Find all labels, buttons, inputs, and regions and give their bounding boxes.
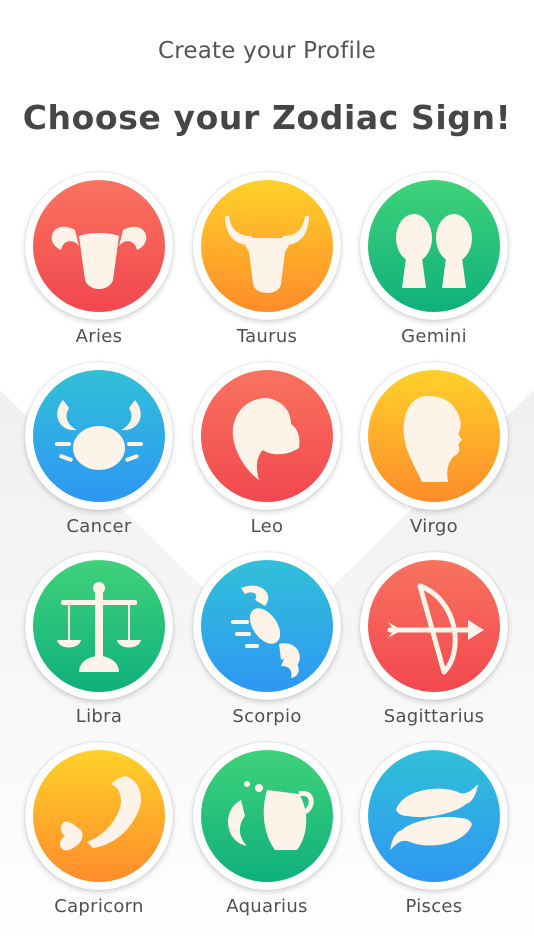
sign-badge [33, 560, 165, 692]
sign-disc [360, 742, 508, 890]
sign-disc [25, 172, 173, 320]
zodiac-grid: Aries Taurus Gemini Cancer Leo Virgo Lib… [0, 0, 534, 950]
sign-disc [25, 552, 173, 700]
sea-goat-icon [33, 750, 165, 882]
sign-scorpio[interactable]: Scorpio [184, 552, 350, 742]
sign-disc [25, 742, 173, 890]
sign-sagittarius[interactable]: Sagittarius [351, 552, 517, 742]
sign-label: Aries [75, 326, 123, 347]
sign-badge [33, 180, 165, 312]
sign-badge [368, 370, 500, 502]
sign-label: Virgo [410, 516, 458, 537]
twin-heads-icon [368, 180, 500, 312]
scales-icon [33, 560, 165, 692]
sign-disc [25, 362, 173, 510]
maiden-profile-icon [368, 370, 500, 502]
crab-icon [33, 370, 165, 502]
sign-badge [201, 370, 333, 502]
sign-libra[interactable]: Libra [16, 552, 182, 742]
sign-disc [193, 362, 341, 510]
bull-head-icon [201, 180, 333, 312]
sign-virgo[interactable]: Virgo [351, 362, 517, 552]
sign-badge [201, 560, 333, 692]
sign-badge [201, 750, 333, 882]
sign-disc [193, 742, 341, 890]
sign-label: Aquarius [226, 896, 308, 917]
sign-aquarius[interactable]: Aquarius [184, 742, 350, 932]
sign-label: Libra [75, 706, 123, 727]
sign-label: Capricorn [54, 896, 144, 917]
sign-pisces[interactable]: Pisces [351, 742, 517, 932]
scorpion-icon [201, 560, 333, 692]
sign-disc [193, 172, 341, 320]
sign-label: Taurus [236, 326, 298, 347]
sign-badge [368, 180, 500, 312]
sign-leo[interactable]: Leo [184, 362, 350, 552]
sign-capricorn[interactable]: Capricorn [16, 742, 182, 932]
sign-badge [368, 750, 500, 882]
sign-label: Pisces [405, 896, 463, 917]
sign-aries[interactable]: Aries [16, 172, 182, 362]
sign-cancer[interactable]: Cancer [16, 362, 182, 552]
sign-badge [368, 560, 500, 692]
sign-taurus[interactable]: Taurus [184, 172, 350, 362]
sign-label: Sagittarius [383, 706, 485, 727]
sign-badge [33, 370, 165, 502]
water-jug-icon [201, 750, 333, 882]
sign-label: Gemini [401, 326, 467, 347]
sign-gemini[interactable]: Gemini [351, 172, 517, 362]
lion-head-icon [201, 370, 333, 502]
ram-head-icon [33, 180, 165, 312]
sign-label: Cancer [66, 516, 132, 537]
sign-badge [201, 180, 333, 312]
sign-disc [360, 552, 508, 700]
bow-and-arrow-icon [368, 560, 500, 692]
sign-disc [360, 172, 508, 320]
sign-badge [33, 750, 165, 882]
sign-disc [193, 552, 341, 700]
two-fish-icon [368, 750, 500, 882]
sign-label: Leo [250, 516, 284, 537]
sign-disc [360, 362, 508, 510]
sign-label: Scorpio [232, 706, 302, 727]
